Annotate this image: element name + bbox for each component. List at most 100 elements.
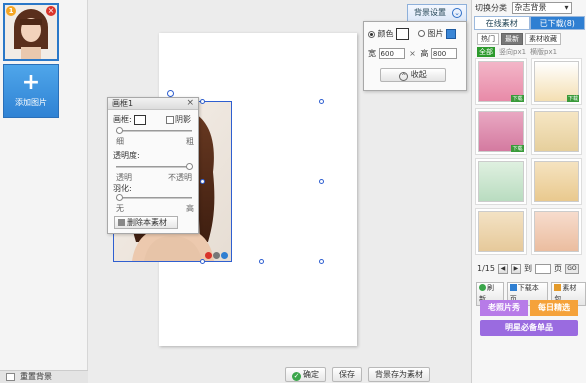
download-icon [509, 284, 517, 291]
downloaded-tag: 下载 [511, 95, 524, 102]
resize-handle-tl[interactable] [200, 99, 205, 104]
reset-background-button[interactable]: 重置背景 [0, 370, 88, 383]
category-select[interactable]: 杂志背景 [511, 2, 572, 14]
frame-settings-panel: 画框1 × 画框: 阴影 细 粗 透明度: 透明 不透明 羽化: 无 高 删除本… [107, 97, 199, 234]
reset-icon [6, 373, 15, 381]
tab-online-materials[interactable]: 在线素材 [474, 16, 530, 30]
resize-handle-b[interactable] [259, 259, 264, 264]
material-tile[interactable]: 下载 [475, 108, 527, 155]
save-button[interactable]: 保存 [332, 367, 362, 382]
page-input[interactable] [534, 263, 551, 274]
material-tabs: 在线素材 已下载(8) [474, 16, 585, 30]
material-panel: 切换分类 杂志背景 在线素材 已下载(8) 热门 最新 素材收藏 全部 竖向px… [471, 0, 586, 383]
confirm-label: 确定 [303, 370, 319, 379]
promo-daily-pick[interactable]: 每日精选 [530, 300, 578, 316]
color-label: 颜色 [377, 29, 394, 39]
subtab-hot[interactable]: 热门 [477, 33, 499, 45]
feather-slider[interactable] [116, 194, 192, 201]
image-picker-icon[interactable] [446, 28, 457, 39]
material-preview [478, 161, 524, 202]
height-input[interactable]: 800 [430, 48, 457, 59]
promo-old-photo[interactable]: 老照片秀 [480, 300, 528, 316]
thin-label: 细 [116, 137, 124, 146]
filter-portrait[interactable]: 竖向px1 [499, 47, 526, 57]
thick-label: 粗 [186, 137, 194, 146]
reset-background-label: 重置背景 [20, 372, 52, 381]
background-settings-tab[interactable]: 背景设置 ⌄ [407, 4, 467, 21]
pagination: 1/15 ◀ ▶ 到 页 GO [477, 263, 579, 274]
resize-handle-bl[interactable] [200, 259, 205, 264]
subtab-collection[interactable]: 素材收藏 [525, 33, 561, 45]
height-label: 高 [420, 49, 429, 58]
delete-photo-icon[interactable] [205, 252, 212, 259]
image-option[interactable]: 图片 [418, 28, 457, 39]
resize-handle-tr[interactable] [319, 99, 324, 104]
resize-handle-r[interactable] [319, 179, 324, 184]
border-width-slider[interactable] [116, 127, 192, 134]
confirm-button[interactable]: ✓ 确定 [285, 367, 326, 382]
border-width-knob[interactable] [116, 127, 123, 134]
frame-panel-close-icon[interactable]: × [186, 98, 194, 109]
thumb-index-badge: 1 [6, 6, 16, 16]
up-arrow-icon: ^ [399, 72, 409, 81]
rotate-photo-icon[interactable] [213, 252, 220, 259]
high-label: 高 [186, 204, 194, 213]
save-label: 保存 [339, 370, 355, 379]
color-radio[interactable] [368, 30, 375, 38]
save-background-as-material-button[interactable]: 背景存为素材 [368, 367, 430, 382]
sort-subtabs: 热门 最新 素材收藏 [477, 33, 561, 45]
add-image-button[interactable]: + 添加图片 [3, 64, 59, 118]
frame-panel-title-bar[interactable]: 画框1 × [108, 98, 198, 110]
thumb-close-icon[interactable]: × [46, 6, 56, 16]
prev-page-icon[interactable]: ◀ [497, 263, 508, 274]
resize-handle-br[interactable] [319, 259, 324, 264]
opacity-slider[interactable] [116, 163, 193, 170]
material-tile[interactable]: 下载 [475, 58, 527, 105]
goto-label: 到 [523, 264, 532, 273]
material-tile[interactable] [475, 208, 527, 255]
border-color-swatch[interactable] [134, 114, 147, 125]
material-tile[interactable] [475, 158, 527, 205]
trash-icon [118, 219, 125, 226]
filter-landscape[interactable]: 横版px1 [530, 47, 557, 57]
material-tile[interactable]: 下载 [530, 58, 582, 105]
material-preview [533, 211, 579, 252]
material-tile[interactable] [530, 208, 582, 255]
width-input[interactable]: 600 [378, 48, 405, 59]
shadow-label: 阴影 [175, 115, 191, 124]
photo-thumbnail[interactable]: 1 × [3, 3, 59, 61]
collapse-chevron-icon[interactable]: ⌄ [452, 8, 462, 18]
promo-star-items[interactable]: 明星必备单品 [480, 320, 578, 336]
border-label: 画框: [113, 115, 132, 124]
opacity-knob[interactable] [186, 163, 193, 170]
color-option[interactable]: 颜色 [368, 28, 410, 40]
subtab-new[interactable]: 最新 [501, 33, 523, 45]
bg-color-swatch[interactable] [396, 28, 410, 40]
material-tile[interactable] [530, 158, 582, 205]
check-icon: ✓ [292, 372, 301, 381]
downloaded-tag: 下载 [566, 95, 579, 102]
collapse-label: 收起 [410, 70, 427, 79]
left-sidebar: 1 × + 添加图片 重置背景 [0, 0, 88, 383]
go-button[interactable]: GO [564, 263, 579, 274]
layer-photo-icon[interactable] [221, 252, 228, 259]
none-label: 无 [116, 204, 124, 213]
shadow-checkbox[interactable] [166, 115, 174, 124]
filter-all[interactable]: 全部 [477, 47, 495, 57]
page-unit-label: 页 [553, 264, 562, 273]
image-radio[interactable] [418, 30, 425, 37]
material-tile[interactable] [530, 108, 582, 155]
material-preview [478, 211, 524, 252]
next-page-icon[interactable]: ▶ [510, 263, 521, 274]
feather-knob[interactable] [116, 194, 123, 201]
tab-downloaded[interactable]: 已下载(8) [529, 16, 585, 30]
delete-material-button[interactable]: 删除本素材 [114, 216, 178, 229]
width-label: 宽 [368, 49, 376, 58]
material-preview [533, 111, 579, 152]
rotate-handle[interactable] [167, 90, 174, 97]
resize-handle-l[interactable] [200, 179, 205, 184]
collapse-button[interactable]: ^ 收起 [380, 68, 446, 82]
downloaded-tag: 下载 [511, 145, 524, 152]
transparent-label: 透明 [116, 173, 132, 182]
background-settings-label: 背景设置 [414, 8, 446, 17]
